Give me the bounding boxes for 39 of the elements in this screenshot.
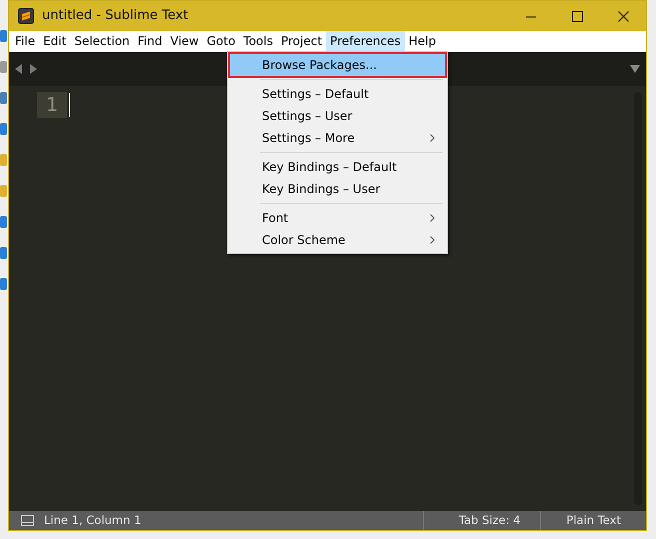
app-icon (18, 8, 34, 24)
menu-item[interactable]: Preferences (326, 31, 405, 52)
menu-item[interactable]: View (166, 31, 203, 52)
menu-item[interactable]: Goto (202, 31, 240, 52)
desktop-icon[interactable] (0, 61, 7, 73)
desktop-icon[interactable] (0, 154, 7, 166)
menu-option[interactable]: Font (230, 207, 445, 229)
menu-option[interactable]: Settings – Default (230, 83, 445, 105)
desktop-icon[interactable] (0, 30, 7, 42)
close-icon[interactable] (618, 10, 628, 22)
menu-option[interactable]: Color Scheme (230, 229, 445, 251)
desktop-icon[interactable] (0, 247, 7, 259)
desktop-icon[interactable] (0, 92, 7, 104)
menu-item[interactable]: File (11, 31, 40, 52)
menu-item[interactable]: Help (404, 31, 440, 52)
menu-item[interactable]: Project (276, 31, 326, 52)
menu-option[interactable]: Key Bindings – User (230, 178, 445, 200)
menu-option[interactable]: Settings – More (230, 127, 445, 149)
desktop-icon[interactable] (0, 216, 7, 228)
desktop-icon[interactable] (0, 185, 7, 197)
menu-item[interactable]: Tools (239, 31, 277, 52)
line-number: 1 (37, 92, 67, 118)
menu-item[interactable]: Edit (39, 31, 70, 52)
desktop-icon[interactable] (0, 278, 7, 290)
panel-icon[interactable] (21, 515, 34, 526)
desktop-icon[interactable] (0, 123, 7, 135)
tab-nav-arrows-icon[interactable] (15, 64, 37, 74)
tab-size[interactable]: Tab Size: 4 (422, 511, 540, 530)
window-title: untitled - Sublime Text (42, 7, 188, 26)
menu-item[interactable]: Find (134, 31, 166, 52)
dropdown-arrow-icon[interactable] (630, 65, 640, 73)
text-cursor (69, 93, 70, 117)
maximize-icon[interactable] (572, 10, 582, 22)
menu-option[interactable]: Key Bindings – Default (230, 156, 445, 178)
menu-option[interactable]: Settings – User (230, 105, 445, 127)
menu-item[interactable]: Selection (70, 31, 134, 52)
syntax[interactable]: Plain Text (540, 511, 646, 530)
cursor-position: Line 1, Column 1 (44, 512, 142, 529)
menu-option[interactable]: Browse Packages... (230, 54, 445, 76)
